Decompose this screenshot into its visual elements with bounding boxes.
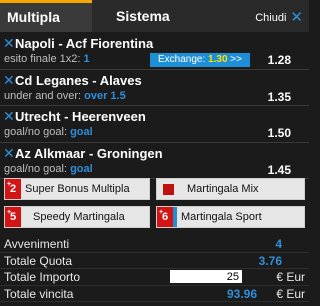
bet-pick: goal <box>70 162 93 175</box>
martingala-sport-button[interactable]: +6 Martingala Sport <box>156 206 305 228</box>
summary-label: Avvenimenti <box>4 237 70 251</box>
exchange-value: 1.30 <box>208 54 228 65</box>
bonus-badge-icon: +6 <box>157 207 173 227</box>
stake-amount-input[interactable] <box>170 270 242 283</box>
exchange-label: Exchange: <box>158 54 206 65</box>
remove-bet-icon[interactable]: ✕ <box>3 73 15 87</box>
bet-summary: Avvenimenti 4 Totale Quota 3.76 Totale I… <box>0 236 309 302</box>
button-label: Martingala Mix <box>187 183 259 195</box>
bet-market: esito finale 1x2: 1 <box>4 53 90 65</box>
close-button[interactable]: Chiudi ✕ <box>255 10 303 26</box>
bet-event-title: Utrecht - Heerenveen <box>15 109 146 124</box>
bet-row: ✕ Az Alkmaar - Groningen goal/no goal: g… <box>0 143 309 179</box>
bonus-badge-icon: +2 <box>5 179 21 199</box>
bet-odd: 1.45 <box>267 162 291 177</box>
exchange-button[interactable]: Exchange: 1.30 >> <box>150 53 250 67</box>
bet-market: goal/no goal: goal <box>4 126 93 138</box>
exchange-arrow-icon: >> <box>230 54 242 65</box>
bet-row: ✕ Napoli - Acf Fiorentina esito finale 1… <box>0 33 309 70</box>
remove-bet-icon[interactable]: ✕ <box>3 109 15 123</box>
summary-row-avvenimenti: Avvenimenti 4 <box>0 236 309 253</box>
summary-row-importo: Totale Importo € Eur <box>0 269 309 286</box>
bet-event-title: Az Alkmaar - Groningen <box>15 145 163 161</box>
bet-market-label: goal/no goal: <box>4 126 67 138</box>
super-bonus-multipla-button[interactable]: +2 Super Bonus Multipla <box>4 178 150 200</box>
bet-list: ✕ Napoli - Acf Fiorentina esito finale 1… <box>0 33 309 179</box>
currency-unit: € Eur <box>276 270 305 284</box>
tab-sistema[interactable]: Sistema <box>92 0 182 32</box>
bet-odd: 1.50 <box>267 126 291 140</box>
remove-bet-icon[interactable]: ✕ <box>3 146 15 160</box>
summary-label: Totale Importo <box>4 270 81 284</box>
summary-row-quota: Totale Quota 3.76 <box>0 253 309 269</box>
tab-multipla[interactable]: Multipla <box>0 0 92 32</box>
bet-row: ✕ Cd Leganes - Alaves under and over: ov… <box>0 70 309 106</box>
bet-event-title: Cd Leganes - Alaves <box>15 72 142 88</box>
button-label: Super Bonus Multipla <box>25 183 130 195</box>
summary-label: Totale Quota <box>4 253 73 268</box>
bet-market: goal/no goal: goal <box>4 163 93 175</box>
close-icon[interactable]: ✕ <box>290 10 303 25</box>
bet-odd: 1.28 <box>267 53 291 67</box>
bet-pick: goal <box>70 126 93 138</box>
remove-bet-icon[interactable]: ✕ <box>3 36 15 50</box>
bet-market-label: esito finale 1x2: <box>4 53 81 65</box>
red-square-icon <box>163 184 174 195</box>
bet-market: under and over: over 1.5 <box>4 90 126 102</box>
blue-strip-icon <box>173 207 177 227</box>
total-winnings-value: 93.96 <box>226 286 257 301</box>
bet-row: ✕ Utrecht - Heerenveen goal/no goal: goa… <box>0 106 309 143</box>
bet-pick: 1 <box>83 53 90 65</box>
martingala-mix-button[interactable]: Martingala Mix <box>156 178 305 200</box>
bet-market-label: goal/no goal: <box>4 162 67 175</box>
button-label: Speedy Martingala <box>33 211 125 223</box>
bonus-badge-icon: +5 <box>5 207 21 227</box>
currency-unit: € Eur <box>276 286 305 301</box>
bet-event-title: Napoli - Acf Fiorentina <box>15 36 154 51</box>
button-label: Martingala Sport <box>181 211 262 223</box>
bet-pick: over 1.5 <box>84 89 126 102</box>
total-quota-value: 3.76 <box>258 253 282 268</box>
bet-market-label: under and over: <box>4 89 82 102</box>
close-label: Chiudi <box>255 12 287 24</box>
speedy-martingala-button[interactable]: +5 Speedy Martingala <box>4 206 150 228</box>
bet-odd: 1.35 <box>267 89 291 104</box>
summary-row-vincita: Totale vincita 93.96 € Eur <box>0 286 309 302</box>
summary-label: Totale vincita <box>4 286 74 301</box>
avvenimenti-value: 4 <box>275 237 282 251</box>
bet-slip-tabs: Multipla Sistema Chiudi ✕ <box>0 0 309 32</box>
